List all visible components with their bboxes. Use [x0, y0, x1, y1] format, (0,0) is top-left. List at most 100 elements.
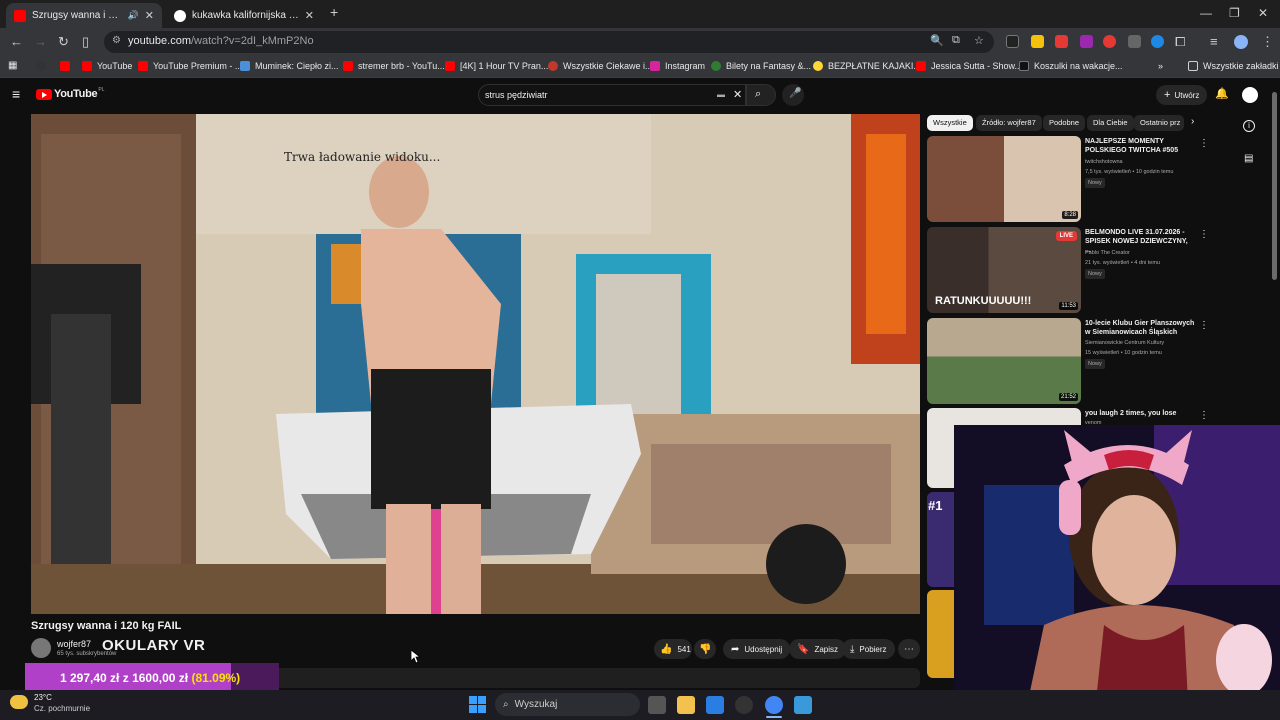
app-icon[interactable]	[735, 696, 753, 714]
bookmark-item[interactable]: stremer brb - YouTu...	[343, 61, 445, 71]
extensions-puzzle-icon[interactable]: ⧠	[1175, 34, 1185, 50]
channel-avatar[interactable]	[31, 638, 51, 658]
recommendation-menu-icon[interactable]: ⋮	[1199, 320, 1209, 331]
taskbar-search-box[interactable]: ⌕ Wyszukaj	[495, 693, 640, 716]
bookmark-item[interactable]: YouTube Premium - ...	[138, 61, 242, 71]
new-tab-icon[interactable]: +	[330, 4, 338, 20]
voice-search-button[interactable]: 🎤	[782, 84, 804, 106]
profile-avatar[interactable]	[1234, 35, 1248, 49]
save-button[interactable]: 🔖 Zapisz	[789, 639, 847, 659]
recommendation-thumbnail[interactable]	[927, 590, 954, 678]
extension-icon[interactable]	[1080, 35, 1093, 48]
install-app-icon[interactable]: ⧉	[952, 34, 960, 47]
bookmark-label: Muminek: Ciepło zi...	[255, 61, 339, 71]
search-input[interactable]: strus pędziwiatr ▬ ✕	[478, 84, 746, 106]
bookmark-item[interactable]: [4K] 1 Hour TV Pran...	[445, 61, 548, 71]
bookmark-item[interactable]: Muminek: Ciepło zi...	[240, 61, 339, 71]
recommendation-title[interactable]: NAJLEPSZE MOMENTY POLSKIEGO TWITCHA #505	[1085, 137, 1195, 155]
clear-search-icon[interactable]: ✕	[733, 88, 742, 101]
tab-google-search[interactable]: kukawka kalifornijska - Szukaj w Google …	[166, 3, 322, 28]
bookmark-item[interactable]: Instagram	[650, 61, 705, 71]
chip-for-you[interactable]: Dla Ciebie	[1087, 115, 1134, 131]
all-bookmarks-folder[interactable]: Wszystkie zakładki	[1188, 61, 1279, 71]
site-info-icon[interactable]: ⚙	[112, 35, 121, 46]
youtube-logo[interactable]: YouTube PL	[36, 87, 104, 100]
chip-source[interactable]: Źródło: wojfer87	[976, 115, 1042, 131]
keyboard-icon[interactable]: ▬	[717, 90, 725, 99]
minimize-icon[interactable]: —	[1200, 6, 1212, 20]
hamburger-menu-icon[interactable]: ≡	[12, 86, 20, 102]
address-bar[interactable]: ⚙ youtube.com/watch?v=2dI_kMmP2No 🔍 ⧉ ☆	[104, 31, 994, 53]
recommendation-channel[interactable]: Siemianowickie Centrum Kultury	[1085, 339, 1195, 347]
extension-icon[interactable]	[1031, 35, 1044, 48]
bookmark-item[interactable]	[60, 61, 75, 71]
notifications-bell-icon[interactable]: 🔔	[1215, 87, 1229, 100]
extension-icon[interactable]	[1103, 35, 1116, 48]
recommendation-menu-icon[interactable]: ⋮	[1199, 138, 1209, 149]
zoom-icon[interactable]: 🔍	[930, 34, 944, 47]
chat-icon[interactable]: ▤	[1244, 153, 1253, 164]
create-button[interactable]: + Utwórz	[1156, 85, 1208, 105]
microsoft-store-icon[interactable]	[706, 696, 724, 714]
video-player[interactable]: Trwa ładowanie widoku...	[31, 114, 920, 614]
download-button[interactable]: ⤓ Pobierz	[842, 639, 895, 659]
bookmark-item[interactable]: Bilety na Fantasy &...	[711, 61, 811, 71]
dislike-button[interactable]: 👎	[694, 639, 716, 659]
menu-kebab-icon[interactable]: ⋮	[1261, 34, 1274, 50]
bookmark-star-icon[interactable]: ☆	[974, 34, 984, 47]
bookmark-item[interactable]: YouTube	[82, 61, 132, 71]
recommendation-thumbnail[interactable]: LIVE RATUNKUUUUU!!! 11:53	[927, 227, 1081, 313]
recommendation-title[interactable]: 10-lecie Klubu Gier Planszowych w Siemia…	[1085, 319, 1195, 337]
chevron-right-icon[interactable]: ›	[1191, 116, 1194, 127]
file-explorer-icon[interactable]	[677, 696, 695, 714]
maximize-icon[interactable]: ❐	[1229, 6, 1240, 20]
chip-related[interactable]: Podobne	[1043, 115, 1086, 131]
forward-icon[interactable]: →	[34, 34, 47, 49]
chip-all[interactable]: Wszystkie	[927, 115, 973, 131]
close-tab-icon[interactable]: ✕	[145, 9, 154, 22]
recommendation-thumbnail[interactable]: #1	[927, 492, 954, 587]
reload-icon[interactable]: ↻	[58, 34, 69, 50]
tab-search-icon[interactable]: ≡	[1210, 34, 1218, 49]
bookmark-item[interactable]: BEZPŁATNE KAJAKI...	[813, 61, 921, 71]
speaker-icon[interactable]: 🔊	[128, 10, 139, 21]
sidebar-icon[interactable]: ▯	[82, 34, 89, 50]
extension-icon[interactable]	[1128, 35, 1141, 48]
windows-start-icon[interactable]	[469, 696, 486, 713]
more-bookmarks-icon[interactable]: »	[1158, 61, 1163, 71]
weather-description[interactable]: Cz. pochmurnie	[34, 704, 90, 713]
recommendation-title[interactable]: you laugh 2 times, you lose	[1085, 409, 1195, 418]
extension-icon[interactable]	[1151, 35, 1164, 48]
apps-grid-icon[interactable]: ▦	[8, 60, 17, 71]
back-icon[interactable]: ←	[10, 34, 23, 49]
share-button[interactable]: ➦ Udostępnij	[723, 639, 791, 659]
tab-youtube-video[interactable]: Szrugsy wanna i 120 kg FAIL 🔊 ✕	[6, 3, 162, 28]
close-tab-icon[interactable]: ✕	[305, 9, 314, 22]
bookmark-item[interactable]: Wszystkie Ciekawe i...	[548, 61, 653, 71]
info-icon[interactable]: i	[1243, 120, 1255, 132]
recommendation-channel[interactable]: twitchshotowna	[1085, 158, 1195, 166]
task-view-icon[interactable]	[648, 696, 666, 714]
recommendation-channel[interactable]: Pablo The Creator	[1085, 249, 1195, 257]
bookmark-item[interactable]: Jessica Sutta - Show...	[916, 61, 1022, 71]
close-window-icon[interactable]: ✕	[1258, 6, 1268, 20]
extension-icon[interactable]	[1055, 35, 1068, 48]
weather-cloud-icon[interactable]	[10, 695, 28, 709]
page-scrollbar[interactable]	[1272, 92, 1277, 280]
extension-icon[interactable]	[1006, 35, 1019, 48]
more-actions-button[interactable]: ⋯	[898, 639, 920, 659]
notepad-icon[interactable]	[794, 696, 812, 714]
account-avatar[interactable]	[1242, 87, 1258, 103]
recommendation-menu-icon[interactable]: ⋮	[1199, 410, 1209, 421]
chrome-icon[interactable]	[765, 696, 783, 714]
recommendation-thumbnail[interactable]: 8:28	[927, 136, 1081, 222]
chip-recent[interactable]: Ostatnio prz	[1134, 115, 1184, 131]
recommendation-menu-icon[interactable]: ⋮	[1199, 229, 1209, 240]
recommendation-thumbnail[interactable]: 21:52	[927, 318, 1081, 404]
bookmark-item[interactable]: Koszulki na wakacje...	[1019, 61, 1123, 71]
channel-name[interactable]: wojfer87	[57, 639, 91, 649]
search-button[interactable]: ⌕	[746, 84, 776, 106]
bookmark-item[interactable]	[36, 61, 51, 71]
weather-temperature[interactable]: 23°C	[34, 693, 52, 702]
like-button[interactable]: 👍 541	[654, 639, 692, 659]
